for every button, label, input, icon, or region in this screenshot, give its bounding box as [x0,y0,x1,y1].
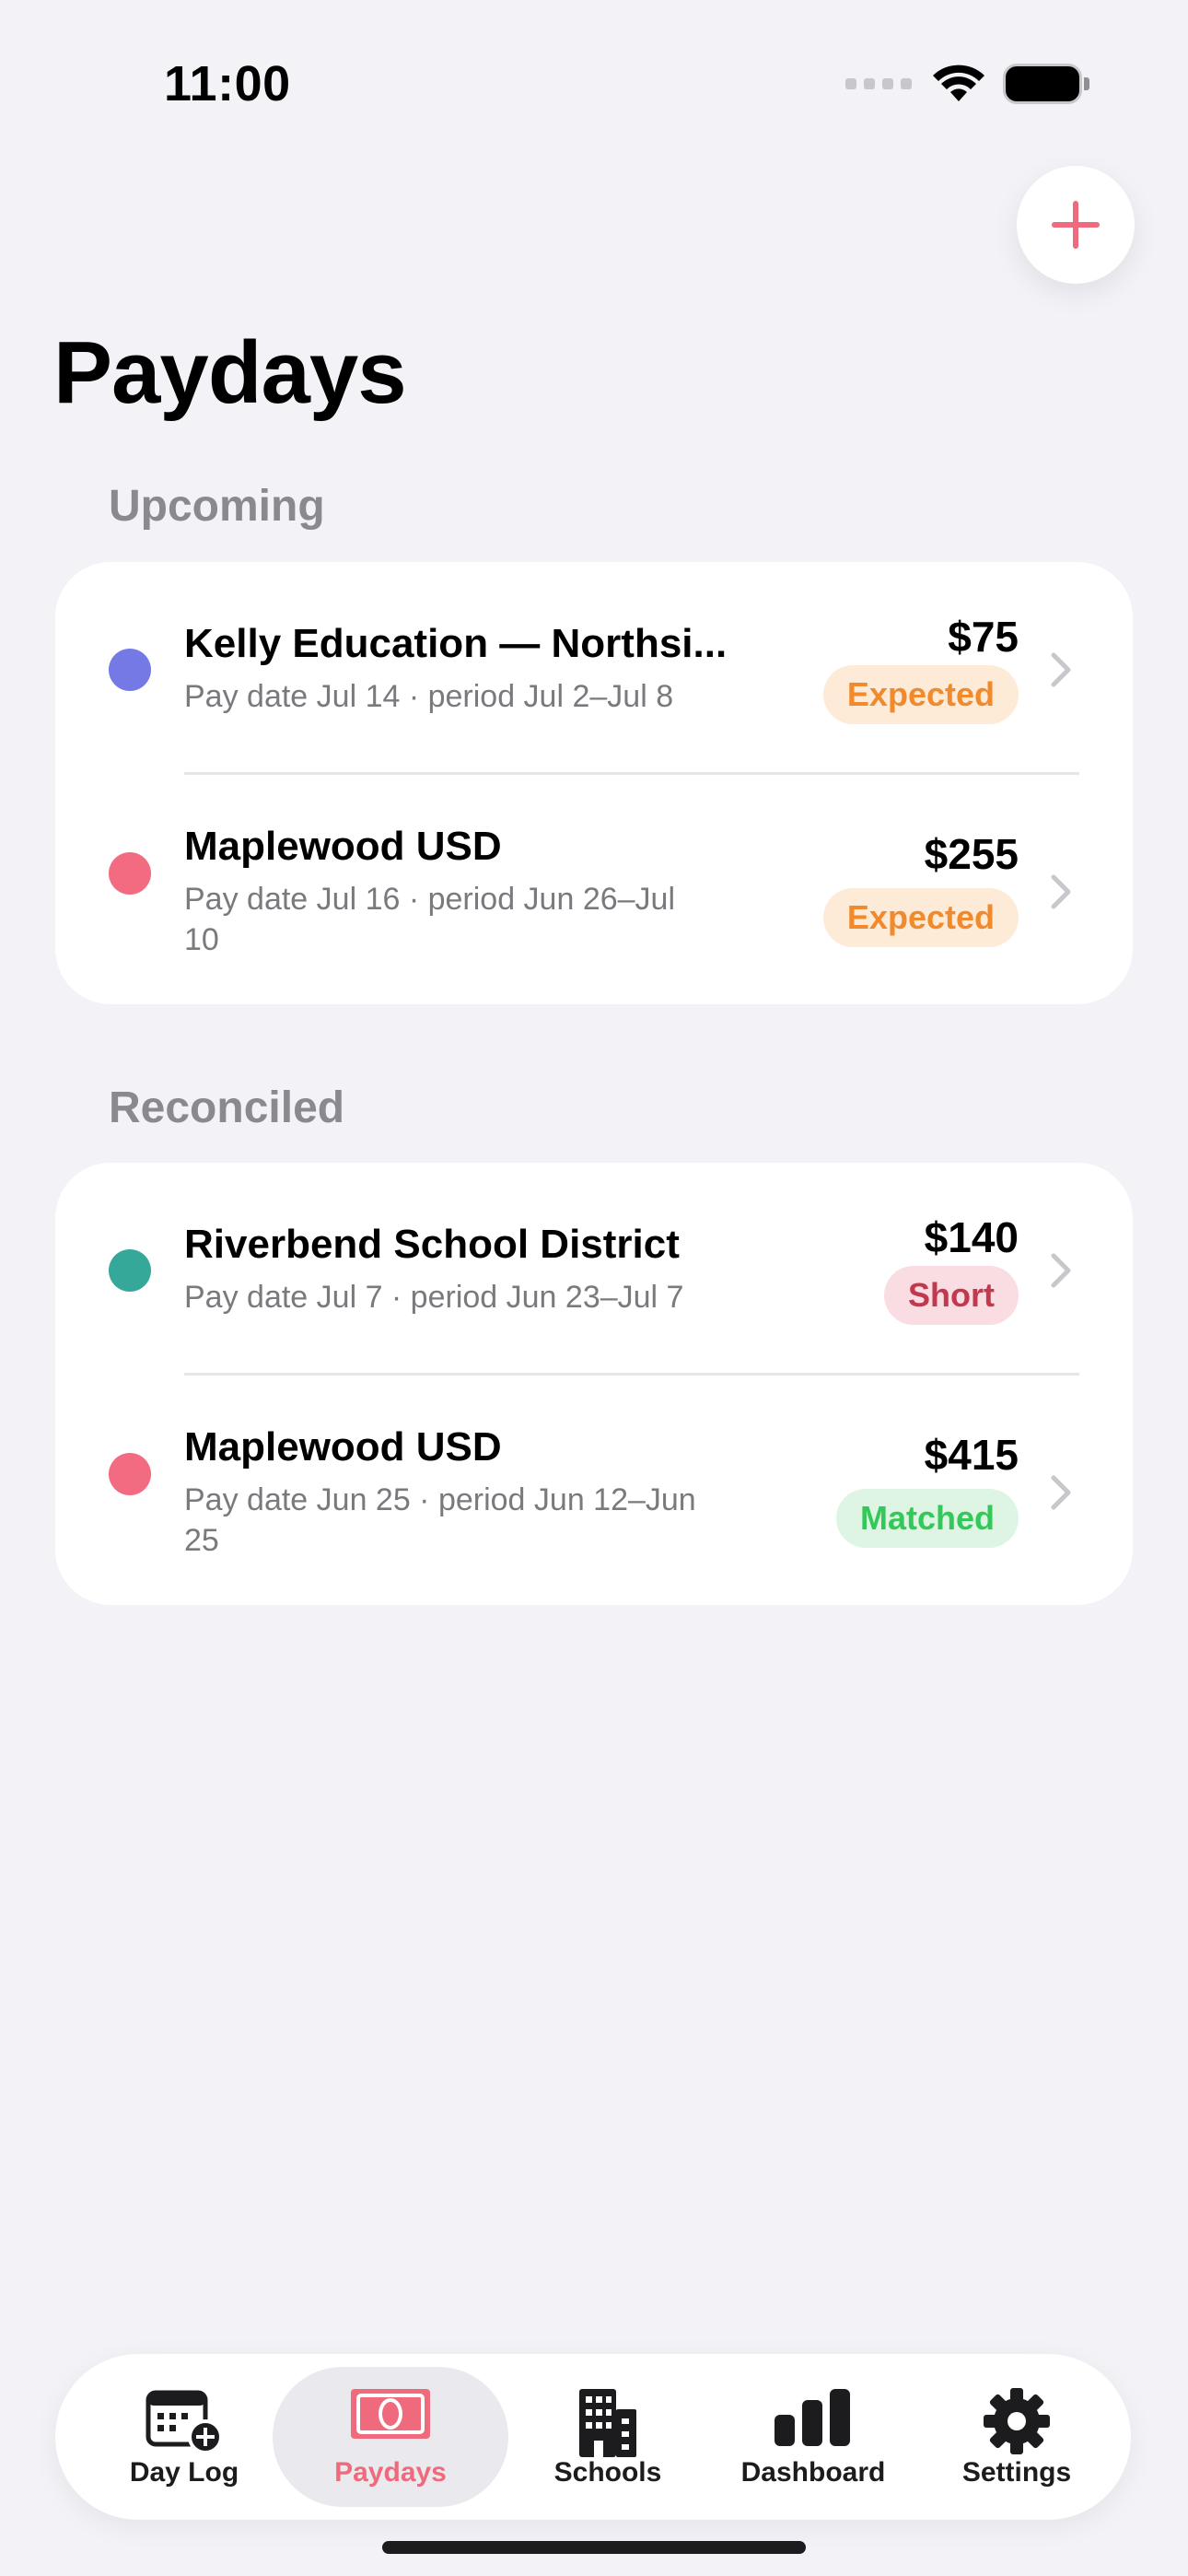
row-subtitle: Pay date Jun 25 · period Jun 12–Jun 25 [184,1482,696,1558]
battery-icon [1006,66,1089,101]
row-title: Maplewood USD [184,824,502,869]
status-badge: Short [884,1266,1019,1325]
tab-label: Dashboard [740,2457,886,2488]
payday-row[interactable]: Maplewood USD Pay date Jun 25 · period J… [55,1375,1133,1605]
chevron-right-icon [1051,1475,1071,1510]
row-subtitle: Pay date Jul 16 · period Jun 26–Jul 10 [184,882,676,957]
school-color-dot [109,1453,151,1495]
school-color-dot [109,1249,151,1292]
tab-schools[interactable]: Schools [516,2367,700,2507]
tab-settings[interactable]: Settings [925,2367,1109,2507]
tab-label: Paydays [334,2457,447,2488]
calendar-plus-icon [146,2390,223,2453]
tab-label: Schools [553,2457,662,2488]
paydays-screen: 11:00 Paydays Upcoming Kelly Education —… [0,0,1188,2576]
tab-label: Settings [961,2457,1072,2488]
section-header-reconciled: Reconciled [109,1083,345,1132]
status-badge: Matched [835,1489,1019,1548]
tab-dashboard[interactable]: Dashboard [716,2367,910,2507]
chevron-right-icon [1051,652,1071,687]
school-color-dot [109,852,151,895]
tab-paydays[interactable]: Paydays [273,2367,508,2507]
status-indicators [845,64,1089,103]
row-title: Riverbend School District [184,1222,680,1267]
wifi-icon [933,64,984,101]
tab-label: Day Log [129,2457,239,2488]
status-time: 11:00 [164,56,291,111]
row-subtitle: Pay date Jul 7 · period Jun 23–Jul 7 [184,1280,684,1315]
add-payday-button[interactable] [1017,166,1135,284]
row-amount: $75 [948,613,1019,661]
reconciled-card: Riverbend School District Pay date Jul 7… [55,1163,1133,1605]
school-color-dot [109,649,151,691]
payday-row[interactable]: Kelly Education — Northsi... Pay date Ju… [55,562,1133,774]
chevron-right-icon [1051,1253,1071,1288]
payday-row[interactable]: Riverbend School District Pay date Jul 7… [55,1163,1133,1375]
cellular-icon [845,78,912,89]
home-indicator[interactable] [382,2541,806,2554]
gear-icon [984,2388,1050,2454]
status-badge: Expected [822,665,1019,724]
building-icon [579,2389,636,2457]
banknote-icon [351,2389,430,2439]
row-subtitle: Pay date Jul 14 · period Jul 2–Jul 8 [184,679,674,714]
row-amount: $415 [924,1431,1019,1479]
tab-bar: Day Log Paydays Schools Dashboard Settin… [55,2354,1131,2520]
section-header-upcoming: Upcoming [109,482,325,531]
row-amount: $140 [924,1213,1019,1261]
status-badge: Expected [822,888,1019,947]
bar-chart-icon [775,2389,850,2446]
upcoming-card: Kelly Education — Northsi... Pay date Ju… [55,562,1133,1004]
tab-day-log[interactable]: Day Log [92,2367,276,2507]
plus-icon [1052,201,1100,249]
page-title: Paydays [53,323,407,422]
row-title: Maplewood USD [184,1424,502,1469]
payday-row[interactable]: Maplewood USD Pay date Jul 16 · period J… [55,774,1133,1004]
row-amount: $255 [924,830,1019,878]
row-title: Kelly Education — Northsi... [184,621,728,666]
chevron-right-icon [1051,874,1071,909]
